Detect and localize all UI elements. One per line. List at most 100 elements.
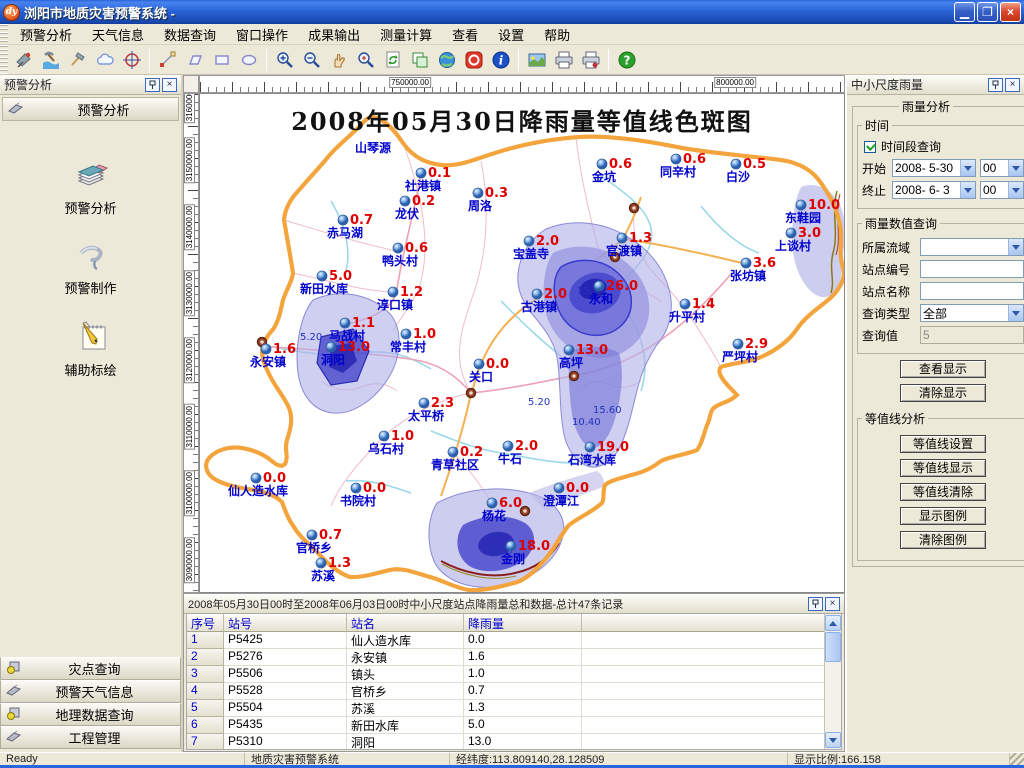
- close-icon[interactable]: ×: [825, 597, 840, 611]
- menu-item[interactable]: 帮助: [534, 23, 580, 46]
- print-setup-icon[interactable]: [578, 47, 603, 72]
- chevron-down-icon[interactable]: [1008, 182, 1023, 198]
- chevron-down-icon[interactable]: [960, 182, 975, 198]
- zoom-extent-icon[interactable]: [353, 47, 378, 72]
- sidebar-item-aux-plotting[interactable]: 辅助标绘: [0, 319, 181, 379]
- chevron-down-icon[interactable]: [1008, 160, 1023, 176]
- station-marker[interactable]: [594, 281, 604, 291]
- basin-combo[interactable]: [920, 238, 1024, 256]
- close-icon[interactable]: ×: [1005, 78, 1020, 92]
- query-type-combo[interactable]: 全部: [920, 304, 1024, 322]
- table-scrollbar[interactable]: [824, 614, 841, 749]
- station-marker[interactable]: [261, 344, 271, 354]
- station-marker[interactable]: [326, 342, 336, 352]
- table-row[interactable]: 2 P5276 永安镇 1.6: [187, 649, 841, 666]
- export-image-icon[interactable]: [524, 47, 549, 72]
- table-row[interactable]: 4 P5528 官桥乡 0.7: [187, 683, 841, 700]
- zoom-in-icon[interactable]: [272, 47, 297, 72]
- menu-item[interactable]: 数据查询: [154, 23, 226, 46]
- help-icon[interactable]: ?: [614, 47, 639, 72]
- resize-grip-icon[interactable]: [1010, 753, 1024, 765]
- contour-button[interactable]: 等值线显示: [900, 459, 986, 477]
- map-view[interactable]: 5.2015.25.2015.6010.4015.6山琴源0.1社港镇0.3周洛…: [199, 93, 845, 593]
- station-marker[interactable]: [532, 289, 542, 299]
- station-marker[interactable]: [731, 159, 741, 169]
- table-row[interactable]: 5 P5504 苏溪 1.3: [187, 700, 841, 717]
- crosshair-icon[interactable]: [119, 47, 144, 72]
- sidebar-bottom-bar[interactable]: 预警天气信息: [0, 680, 181, 703]
- end-hour-combo[interactable]: 00: [980, 181, 1024, 199]
- menu-item[interactable]: 设置: [488, 23, 534, 46]
- toolbar-grip[interactable]: [0, 45, 8, 74]
- chevron-down-icon[interactable]: [1008, 239, 1023, 255]
- station-marker[interactable]: [400, 196, 410, 206]
- restore-button[interactable]: ❐: [977, 2, 998, 22]
- chevron-down-icon[interactable]: [960, 160, 975, 176]
- station-marker[interactable]: [796, 200, 806, 210]
- cloud-icon[interactable]: [92, 47, 117, 72]
- station-marker[interactable]: [448, 447, 458, 457]
- scroll-up-icon[interactable]: [825, 615, 841, 631]
- menu-item[interactable]: 窗口操作: [226, 23, 298, 46]
- table-row[interactable]: 6 P5435 新田水库 5.0: [187, 717, 841, 734]
- station-marker[interactable]: [416, 168, 426, 178]
- menu-item[interactable]: 测量计算: [370, 23, 442, 46]
- station-marker[interactable]: [401, 329, 411, 339]
- minimize-button[interactable]: ▁: [954, 2, 975, 22]
- draw-ellipse-icon[interactable]: [236, 47, 261, 72]
- column-header[interactable]: 序号: [187, 614, 224, 632]
- menu-item[interactable]: 查看: [442, 23, 488, 46]
- table-row[interactable]: 3 P5506 镇头 1.0: [187, 666, 841, 683]
- menu-item[interactable]: 成果输出: [298, 23, 370, 46]
- warning-analysis-group-header[interactable]: 预警分析: [2, 97, 179, 121]
- station-marker[interactable]: [473, 188, 483, 198]
- station-marker[interactable]: [487, 498, 497, 508]
- pin-icon[interactable]: [145, 78, 160, 92]
- satellite-dish-icon[interactable]: [11, 47, 36, 72]
- print-icon[interactable]: [551, 47, 576, 72]
- close-button[interactable]: ×: [1000, 2, 1021, 22]
- column-header[interactable]: 站名: [347, 614, 464, 632]
- station-marker[interactable]: [503, 441, 513, 451]
- station-marker[interactable]: [251, 473, 261, 483]
- station-marker[interactable]: [474, 359, 484, 369]
- sidebar-item-warning-analysis[interactable]: 预警分析: [0, 159, 181, 217]
- sidebar-bottom-bar[interactable]: 地理数据查询: [0, 703, 181, 726]
- pin-icon[interactable]: [808, 597, 823, 611]
- contour-button[interactable]: 显示图例: [900, 507, 986, 525]
- hammer-icon[interactable]: [65, 47, 90, 72]
- station-marker[interactable]: [379, 431, 389, 441]
- menu-item[interactable]: 天气信息: [82, 23, 154, 46]
- contour-button[interactable]: 等值线清除: [900, 483, 986, 501]
- copy-layers-icon[interactable]: [407, 47, 432, 72]
- show-display-button[interactable]: 查看显示: [900, 360, 986, 378]
- table-row[interactable]: 1 P5425 仙人造水库 0.0: [187, 632, 841, 649]
- station-marker[interactable]: [671, 154, 681, 164]
- info-icon[interactable]: i: [488, 47, 513, 72]
- station-marker[interactable]: [524, 236, 534, 246]
- close-icon[interactable]: ×: [162, 78, 177, 92]
- scroll-down-icon[interactable]: [825, 732, 841, 748]
- draw-polygon-icon[interactable]: [182, 47, 207, 72]
- pin-icon[interactable]: [988, 78, 1003, 92]
- pickaxe-water-icon[interactable]: [38, 47, 63, 72]
- station-marker[interactable]: [554, 483, 564, 493]
- contour-button[interactable]: 等值线设置: [900, 435, 986, 453]
- menu-grip[interactable]: [0, 24, 8, 44]
- station-marker[interactable]: [680, 299, 690, 309]
- refresh-page-icon[interactable]: [380, 47, 405, 72]
- station-marker[interactable]: [351, 483, 361, 493]
- station-marker[interactable]: [597, 159, 607, 169]
- column-header[interactable]: 降雨量: [464, 614, 582, 632]
- menu-item[interactable]: 预警分析: [10, 23, 82, 46]
- sidebar-bottom-bar[interactable]: 灾点查询: [0, 657, 181, 680]
- start-hour-combo[interactable]: 00: [980, 159, 1024, 177]
- station-marker[interactable]: [316, 558, 326, 568]
- column-header[interactable]: 站号: [224, 614, 347, 632]
- stop-icon[interactable]: [461, 47, 486, 72]
- station-id-input[interactable]: [920, 260, 1024, 278]
- sidebar-item-warning-maker[interactable]: 预警制作: [0, 239, 181, 297]
- start-date-combo[interactable]: 2008- 5-30: [892, 159, 976, 177]
- sidebar-bottom-bar[interactable]: 工程管理: [0, 726, 181, 749]
- end-date-combo[interactable]: 2008- 6- 3: [892, 181, 976, 199]
